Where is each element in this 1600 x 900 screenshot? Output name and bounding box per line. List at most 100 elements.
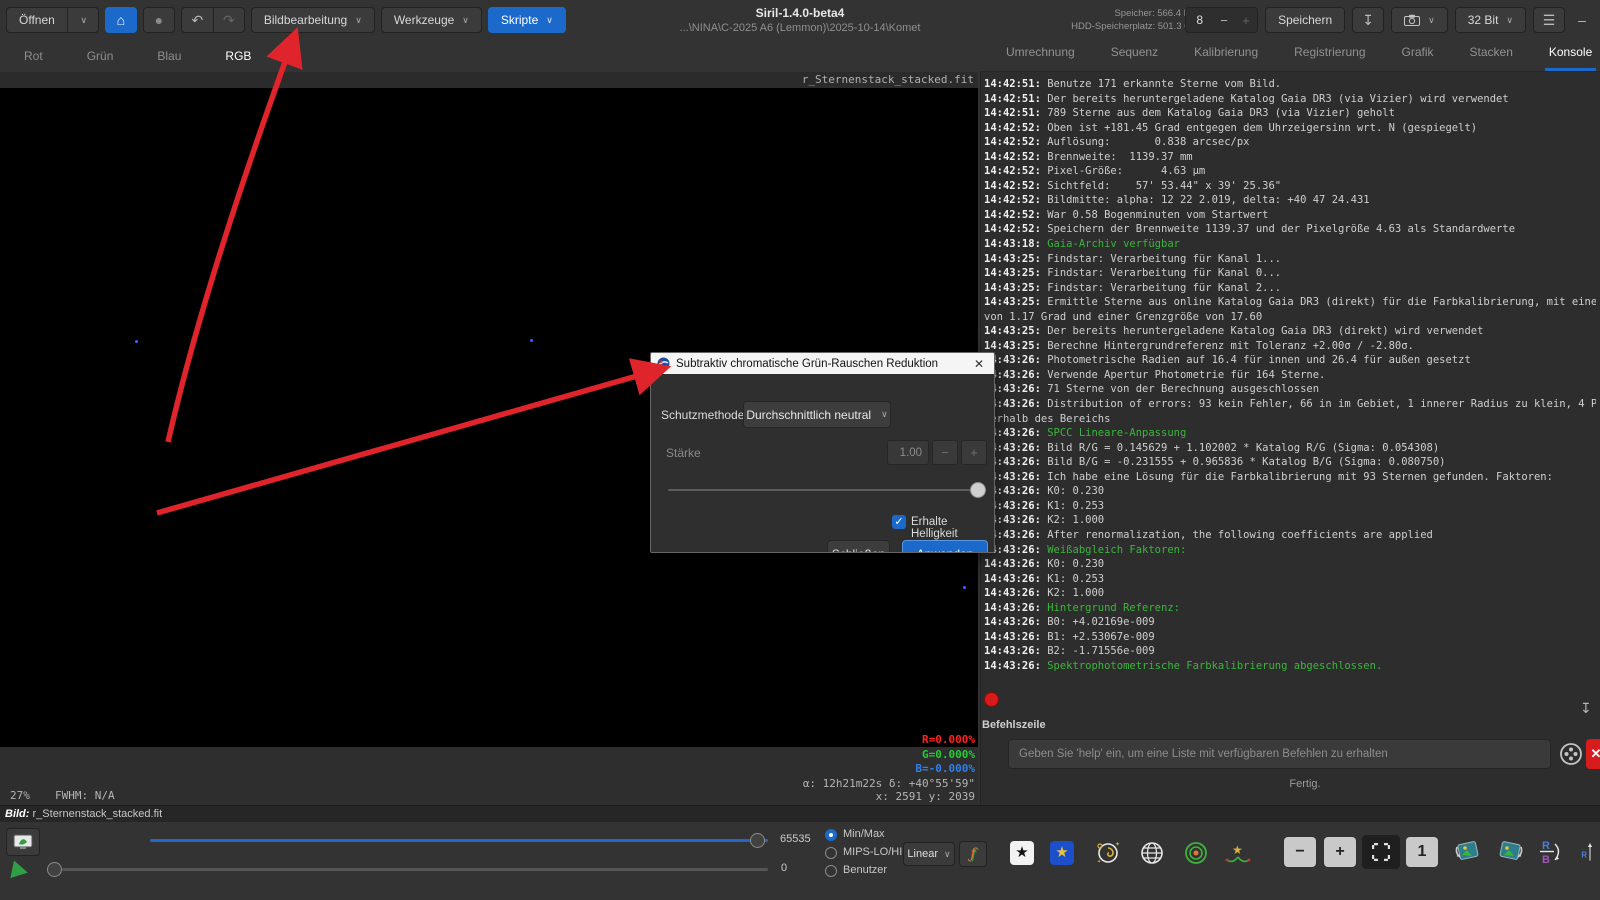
fx-icon: ƒ: [970, 846, 975, 862]
mirror-y-button[interactable]: R: [1580, 837, 1600, 867]
hamburger-menu-button[interactable]: ☰: [1533, 7, 1565, 33]
export-console-icon[interactable]: ↧: [1580, 700, 1592, 717]
dialog-close-button[interactable]: Schließen: [827, 540, 890, 553]
star-mask-button[interactable]: ★: [1006, 838, 1038, 868]
zoom-out-button[interactable]: −: [1284, 837, 1316, 867]
astrometry-grid-button[interactable]: [1136, 838, 1168, 868]
tab-gruen[interactable]: Grün: [77, 43, 124, 69]
tab-blau[interactable]: Blau: [147, 43, 191, 69]
console-line: 14:43:25: Findstar: Verarbeitung für Kan…: [984, 266, 1596, 281]
chevron-down-icon: ∨: [462, 15, 469, 26]
console-line: 14:43:25: Findstar: Verarbeitung für Kan…: [984, 252, 1596, 267]
threads-minus-button[interactable]: −: [1213, 13, 1235, 28]
console-line: 14:43:26: Weißabgleich Faktoren:: [984, 543, 1596, 558]
dialog-titlebar[interactable]: Subtraktiv chromatische Grün-Rauschen Re…: [651, 353, 994, 374]
home-button[interactable]: ⌂: [105, 7, 137, 33]
strength-minus-button[interactable]: −: [932, 440, 958, 465]
save-as-button[interactable]: ↧: [1352, 7, 1384, 33]
method-select[interactable]: Durchschnittlich neutral∨: [743, 401, 891, 428]
radio-mips[interactable]: [825, 847, 837, 859]
lo-slider-track[interactable]: [62, 868, 768, 871]
console-line: 14:42:52: Auflösung: 0.838 arcsec/px: [984, 135, 1596, 150]
zoom-fit-button[interactable]: [1362, 835, 1400, 869]
strength-slider-track[interactable]: [668, 489, 980, 491]
save-button[interactable]: Speichern: [1265, 7, 1345, 33]
minimize-button[interactable]: –: [1572, 12, 1592, 28]
celestial-coords: α: 12h21m22s δ: +40°55'59": [0, 777, 975, 790]
preserve-lightness-label: Erhalte Helligkeit: [911, 516, 994, 540]
target-icon: [1183, 840, 1209, 866]
quick-stretch-icon[interactable]: [10, 861, 29, 882]
deepsky-catalog-button[interactable]: ✦✦: [1092, 838, 1124, 868]
zoom-one-button[interactable]: 1: [1406, 837, 1438, 867]
open-button[interactable]: Öffnen: [6, 7, 67, 33]
radio-user[interactable]: [825, 865, 837, 877]
lo-slider-handle[interactable]: [47, 862, 62, 877]
open-dropdown-button[interactable]: ∨: [67, 7, 99, 33]
console-line: 14:43:26: SPCC Lineare-Anpassung: [984, 426, 1596, 441]
threads-plus-button[interactable]: +: [1235, 13, 1257, 28]
hi-slider-track[interactable]: [150, 839, 768, 842]
strength-label: Stärke: [666, 446, 701, 460]
command-history-button[interactable]: [1557, 740, 1584, 768]
snapshot-button[interactable]: ∨: [1391, 7, 1448, 33]
dialog-apply-button[interactable]: Anwenden: [902, 540, 988, 553]
tab-sequenz[interactable]: Sequenz: [1107, 38, 1162, 71]
working-directory: ...\NINA\C-2025 A6 (Lemmon)\2025-10-14\K…: [560, 22, 1040, 34]
display-mode-select[interactable]: Linear∨: [903, 842, 955, 866]
console-log[interactable]: 14:42:51: Benutze 171 erkannte Sterne vo…: [984, 77, 1596, 677]
strength-slider-handle[interactable]: [970, 482, 986, 498]
tab-rot[interactable]: Rot: [14, 43, 53, 69]
mirror-x-button[interactable]: RB: [1536, 837, 1568, 867]
undo-button[interactable]: ↶: [181, 7, 213, 33]
tab-stacken[interactable]: Stacken: [1466, 38, 1517, 71]
bitdepth-select[interactable]: 32 Bit∨: [1455, 7, 1526, 33]
plus-icon: +: [1335, 843, 1344, 861]
bildbearbeitung-menu-button[interactable]: Bildbearbeitung∨: [251, 7, 375, 33]
tab-grafik[interactable]: Grafik: [1398, 38, 1438, 71]
star-annotation-icon: ★: [1050, 841, 1074, 865]
tab-registrierung[interactable]: Registrierung: [1290, 38, 1369, 71]
stop-process-button[interactable]: [984, 692, 999, 707]
strength-value[interactable]: 1.00: [887, 440, 929, 465]
star-point: [135, 340, 138, 343]
tab-rgb[interactable]: RGB: [215, 43, 261, 69]
tab-umrechnung[interactable]: Umrechnung: [1002, 38, 1079, 71]
console-line: 14:43:26: Distribution of errors: 93 kei…: [984, 397, 1596, 412]
preserve-lightness-checkbox[interactable]: ✓: [892, 515, 906, 529]
lo-value: 0: [781, 862, 787, 874]
strength-plus-button[interactable]: +: [961, 440, 987, 465]
dialog-close-icon[interactable]: ✕: [970, 357, 988, 371]
rotate-left-button[interactable]: [1452, 837, 1484, 867]
method-label: Schutzmethode:: [661, 408, 748, 422]
redo-button[interactable]: ↷: [213, 7, 245, 33]
hi-slider-handle[interactable]: [750, 833, 765, 848]
tab-kalibrierung[interactable]: Kalibrierung: [1190, 38, 1262, 71]
console-line: 14:43:26: After renormalization, the fol…: [984, 528, 1596, 543]
photometry-button[interactable]: [1180, 838, 1212, 868]
command-line-label: Befehlszeile: [982, 719, 1046, 731]
hi-value: 65535: [780, 833, 811, 845]
command-input[interactable]: Geben Sie 'help' ein, um eine Liste mit …: [1008, 739, 1551, 769]
star-point: [963, 586, 966, 589]
console-line: 14:42:52: Sichtfeld: 57' 53.44" x 39' 25…: [984, 179, 1596, 194]
console-line: 14:42:52: Speichern der Brennweite 1139.…: [984, 222, 1596, 237]
radio-minmax[interactable]: [825, 829, 837, 841]
record-button[interactable]: ●: [143, 7, 175, 33]
minus-icon: −: [1295, 843, 1304, 861]
comet-tool-button[interactable]: ★: [1222, 838, 1254, 868]
tab-konsole[interactable]: Konsole: [1545, 38, 1596, 71]
console-line: 14:43:26: Verwende Apertur Photometrie f…: [984, 368, 1596, 383]
skripte-menu-button[interactable]: Skripte∨: [488, 7, 566, 33]
zoom-in-button[interactable]: +: [1324, 837, 1356, 867]
dialog-body: Schutzmethode: Durchschnittlich neutral∨…: [651, 374, 994, 552]
werkzeuge-menu-button[interactable]: Werkzeuge∨: [381, 7, 482, 33]
abort-command-button[interactable]: ✕: [1586, 739, 1600, 769]
rotate-right-button[interactable]: [1494, 837, 1526, 867]
threads-spinner[interactable]: 8 − +: [1185, 7, 1258, 33]
display-settings-button[interactable]: [6, 828, 40, 856]
autostretch-channels-button[interactable]: ƒ: [959, 841, 987, 867]
titlebar-right-toolbar: 8 − + Speichern ↧ ∨ 32 Bit∨ ☰ –: [1185, 7, 1592, 33]
console-line: 14:43:26: Spektrophotometrische Farbkali…: [984, 659, 1596, 674]
annotations-button[interactable]: ★: [1046, 838, 1078, 868]
